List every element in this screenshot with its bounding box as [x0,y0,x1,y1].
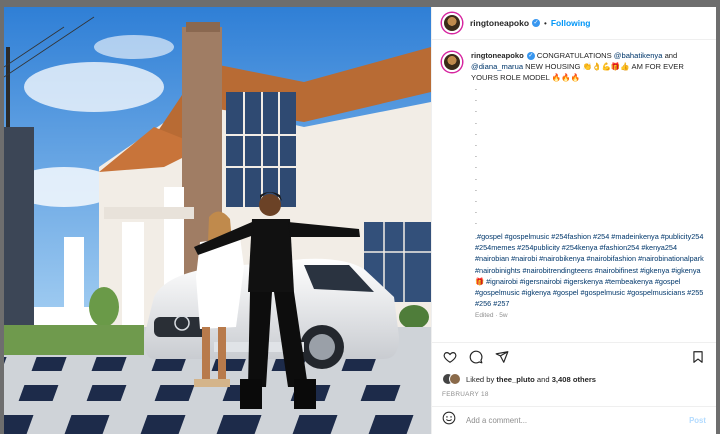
emoji-icon[interactable] [442,411,456,430]
likes-count[interactable]: 3,408 others [552,375,596,384]
dot-line: . [475,185,477,193]
dot-line: . [475,174,477,182]
edited-label: Edited · 5w [475,311,508,319]
liker-avatar [449,373,461,385]
likes-row: Liked by thee_pluto and 3,408 others [432,370,716,388]
caption-username[interactable]: ringtoneapoko [471,51,524,60]
dot-line: . [475,141,477,149]
verified-icon: ✓ [532,19,541,27]
caption-dots: . . . . . . . . . . . . . [475,83,706,229]
comment-bar: Add a comment... Post [432,406,716,434]
caption-row: ringtoneapoko ✓ CONGRATULATIONS @bahatike… [442,50,706,83]
post-side-panel: ringtoneapoko ✓ • Following ringtoneapok… [431,7,716,434]
dot-line: . [475,197,477,205]
caption-text-1: CONGRATULATIONS [534,51,614,60]
dot-line: . [475,208,477,216]
post-comment-button[interactable]: Post [689,416,706,425]
likes-middle: and [534,374,552,384]
caption-text-2: and [662,51,678,60]
author-avatar[interactable] [442,13,462,33]
house-car-photo [4,7,431,434]
following-button[interactable]: Following [551,18,591,28]
share-icon[interactable] [492,347,512,367]
comments-scroll-area[interactable]: ringtoneapoko ✓ CONGRATULATIONS @bahatike… [432,40,716,342]
screenshot-frame: ringtoneapoko ✓ • Following ringtoneapok… [0,0,720,434]
header-separator: • [544,18,547,28]
post-header: ringtoneapoko ✓ • Following [432,7,716,40]
author-username[interactable]: ringtoneapoko [470,18,529,28]
mention-link[interactable]: @bahatikenya [614,51,663,60]
likes-prefix: Liked by [466,374,497,384]
dot-line: . [475,152,477,160]
heart-icon[interactable] [440,347,460,367]
bookmark-icon[interactable] [688,347,708,367]
dot-line: . [475,107,477,115]
hashtags[interactable]: .#gospel #gospelmusic #254fashion #254 #… [475,231,706,310]
likes-text: Liked by thee_pluto and 3,408 others [466,375,596,384]
caption-avatar[interactable] [442,52,462,72]
verified-icon: ✓ [526,52,535,60]
dot-line: . [475,163,477,171]
post-date[interactable]: FEBRUARY 18 [432,388,716,406]
comment-input[interactable]: Add a comment... [466,416,689,425]
comment-icon[interactable] [466,347,486,367]
liker-username[interactable]: thee_pluto [496,375,534,384]
dot-line: . [475,129,477,137]
mention-link[interactable]: @diana_marua [471,62,523,71]
action-bar [432,342,716,370]
dot-line: . [475,85,477,92]
post-modal: ringtoneapoko ✓ • Following ringtoneapok… [4,7,716,434]
dot-line: . [475,96,477,104]
post-photo[interactable] [4,7,431,434]
dot-line: . [475,219,477,227]
dot-line: . [475,118,477,126]
caption-text: ringtoneapoko ✓ CONGRATULATIONS @bahatike… [471,50,706,83]
